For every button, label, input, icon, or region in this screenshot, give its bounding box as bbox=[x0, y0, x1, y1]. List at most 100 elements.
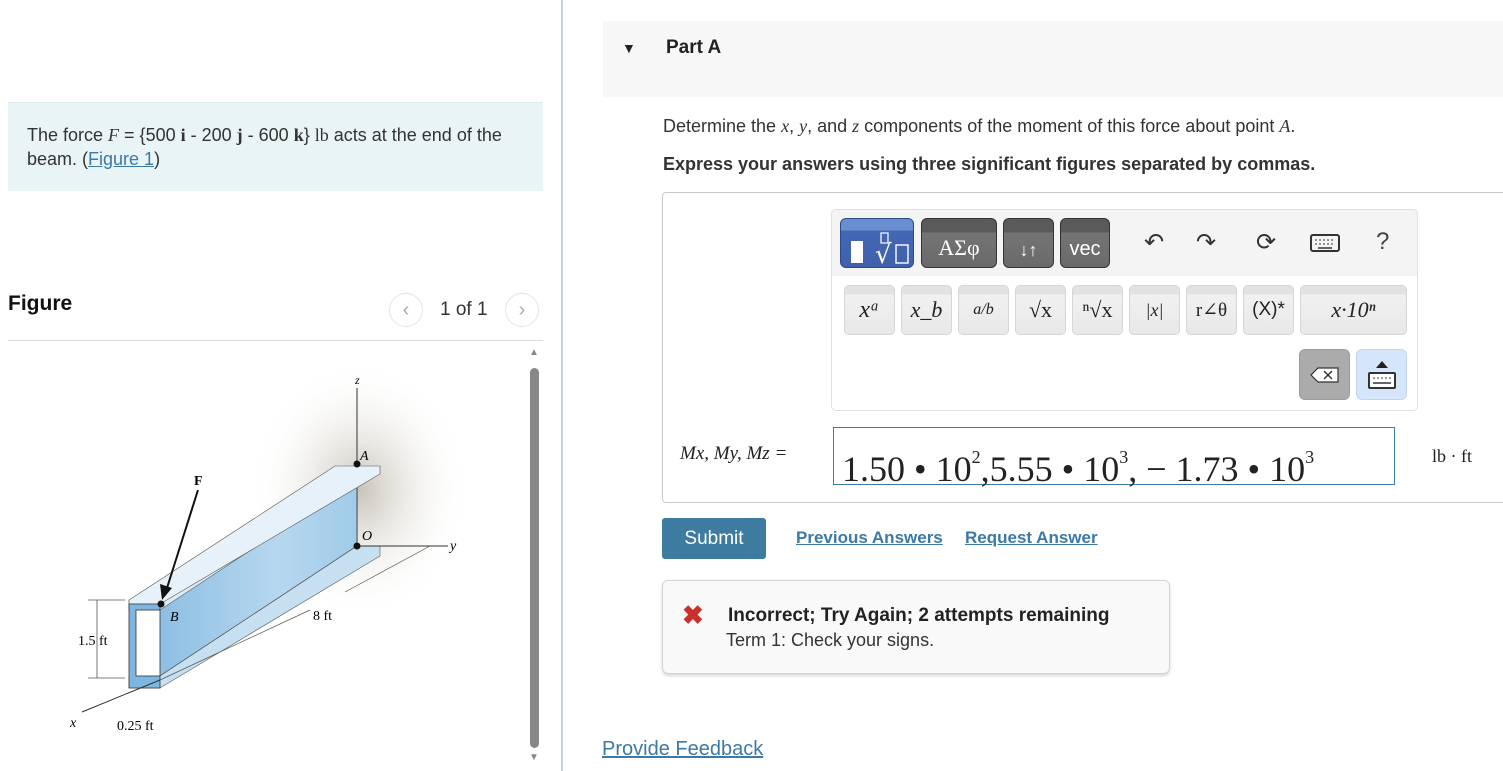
problem-text: = {500 bbox=[119, 125, 181, 145]
key-scientific-notation[interactable]: x·10ⁿ bbox=[1300, 285, 1407, 335]
reset-button[interactable]: ⟳ bbox=[1256, 228, 1276, 257]
pane-divider[interactable] bbox=[561, 0, 563, 771]
vector-button[interactable]: vec bbox=[1060, 218, 1110, 268]
problem-statement: The force F = {500 i - 200 j - 600 k} lb… bbox=[8, 102, 543, 191]
answer-exponent: 2 bbox=[971, 447, 981, 467]
scroll-up-arrow[interactable]: ▲ bbox=[529, 347, 539, 358]
key-fraction[interactable]: a/b bbox=[958, 285, 1009, 335]
request-answer-link[interactable]: Request Answer bbox=[965, 528, 1098, 548]
figure-scrollbar[interactable] bbox=[530, 368, 539, 748]
question-fragment: Determine the bbox=[663, 116, 782, 136]
question-fragment: . bbox=[1290, 116, 1296, 136]
help-icon: ? bbox=[1376, 228, 1390, 255]
keyboard-toggle-button[interactable] bbox=[1356, 349, 1407, 400]
point-O bbox=[353, 542, 361, 550]
divider bbox=[8, 340, 543, 341]
label-O: O bbox=[362, 529, 372, 544]
math-toolbar: √ ΑΣφ ↓↑ vec ↶ ↷ ⟳ ? xᵃ x_b a/b √x ⁿ√x |… bbox=[831, 209, 1418, 411]
label-F: F bbox=[194, 474, 203, 489]
label-A: A bbox=[359, 449, 369, 464]
problem-text: The force bbox=[27, 125, 109, 145]
next-figure-button[interactable]: › bbox=[505, 293, 539, 327]
key-polar[interactable]: r∠θ bbox=[1186, 285, 1237, 335]
x-axis bbox=[81, 679, 161, 713]
answer-exponent: 3 bbox=[1305, 447, 1315, 467]
key-subscript[interactable]: x_b bbox=[901, 285, 952, 335]
templates-button[interactable]: √ bbox=[840, 218, 914, 270]
key-label: x_b bbox=[910, 297, 943, 322]
keyboard-button[interactable] bbox=[1310, 232, 1340, 260]
feedback-box bbox=[662, 580, 1170, 674]
arrows-button[interactable]: ↓↑ bbox=[1003, 218, 1054, 268]
force-symbol: F bbox=[108, 125, 120, 145]
backspace-icon bbox=[1309, 366, 1339, 383]
unit-vector-k: k bbox=[293, 125, 304, 145]
part-header[interactable] bbox=[603, 21, 1503, 97]
key-abs[interactable]: |x| bbox=[1129, 285, 1180, 335]
answer-input[interactable]: 1.50 • 102,5.55 • 103, − 1.73 • 103 bbox=[833, 427, 1395, 489]
label-thickness: 0.25 ft bbox=[117, 719, 154, 734]
label-y: y bbox=[448, 539, 457, 554]
answer-term: 1.50 • 10 bbox=[842, 449, 972, 489]
part-title: Part A bbox=[666, 37, 722, 58]
question-text: Determine the x, y, and z components of … bbox=[663, 116, 1295, 137]
previous-figure-button[interactable]: ‹ bbox=[389, 293, 423, 327]
key-nth-root[interactable]: ⁿ√x bbox=[1072, 285, 1123, 335]
question-fragment: , bbox=[789, 116, 800, 136]
force-unit: lb bbox=[314, 125, 329, 145]
point-B bbox=[157, 600, 165, 608]
math-x: x bbox=[781, 116, 790, 136]
answer-label: Mx, My, Mz = bbox=[680, 443, 787, 465]
key-superscript[interactable]: xᵃ bbox=[844, 285, 895, 335]
arrows-icon: ↓↑ bbox=[1019, 240, 1038, 260]
key-label: (X)* bbox=[1252, 299, 1285, 320]
key-label: √x bbox=[1028, 297, 1053, 322]
incorrect-icon: ✖ bbox=[682, 600, 704, 630]
chevron-left-icon: ‹ bbox=[402, 298, 410, 321]
answer-term: ,5.55 • 10 bbox=[980, 449, 1120, 489]
label-height: 1.5 ft bbox=[78, 634, 108, 649]
submit-button[interactable]: Submit bbox=[662, 518, 766, 559]
backspace-button[interactable] bbox=[1299, 349, 1350, 400]
left-pane: The force F = {500 i - 200 j - 600 k} lb… bbox=[0, 0, 562, 771]
figure-pager-text: 1 of 1 bbox=[440, 299, 488, 320]
beam-figure: z A F O y B 8 ft 1.5 ft x 0.25 ft bbox=[69, 360, 470, 734]
problem-text: - 200 bbox=[185, 125, 237, 145]
answer-term: , − 1.73 • 10 bbox=[1128, 449, 1306, 489]
undo-icon: ↶ bbox=[1144, 229, 1165, 256]
answer-unit: lb · ft bbox=[1432, 446, 1472, 466]
undo-button[interactable]: ↶ bbox=[1144, 228, 1164, 257]
keyboard-toggle-icon bbox=[1367, 360, 1396, 389]
beam-end-face bbox=[128, 603, 161, 689]
label-z: z bbox=[354, 373, 360, 387]
help-button[interactable]: ? bbox=[1376, 228, 1389, 256]
key-label: a/b bbox=[973, 301, 994, 318]
keyboard-icon bbox=[1310, 234, 1340, 252]
scroll-down-arrow[interactable]: ▼ bbox=[529, 752, 539, 763]
question-fragment: components of the moment of this force a… bbox=[859, 116, 1280, 136]
vec-label: vec bbox=[1069, 238, 1101, 260]
provide-feedback-link[interactable]: Provide Feedback bbox=[602, 738, 763, 761]
problem-text: } bbox=[303, 125, 315, 145]
redo-icon: ↷ bbox=[1196, 229, 1217, 256]
figure-link[interactable]: Figure 1 bbox=[88, 149, 154, 169]
problem-text: ) bbox=[154, 149, 161, 169]
redo-button[interactable]: ↷ bbox=[1196, 228, 1216, 257]
problem-text: - 600 bbox=[242, 125, 294, 145]
reset-icon: ⟳ bbox=[1256, 229, 1277, 256]
math-A: A bbox=[1279, 116, 1291, 136]
question-fragment: , and bbox=[807, 116, 853, 136]
greek-label: ΑΣφ bbox=[938, 235, 980, 260]
collapse-caret-icon[interactable]: ▼ bbox=[622, 40, 636, 56]
answer-label-text: Mx, My, Mz = bbox=[680, 443, 788, 464]
instructions: Express your answers using three signifi… bbox=[663, 154, 1316, 174]
previous-answers-link[interactable]: Previous Answers bbox=[796, 528, 943, 548]
label-B: B bbox=[170, 610, 179, 625]
key-label: xᵃ bbox=[859, 296, 880, 323]
key-sqrt[interactable]: √x bbox=[1015, 285, 1066, 335]
greek-symbols-button[interactable]: ΑΣφ bbox=[921, 218, 997, 268]
label-x: x bbox=[69, 716, 77, 731]
key-conjugate[interactable]: (X)* bbox=[1243, 285, 1294, 335]
answer-exponent: 3 bbox=[1119, 447, 1129, 467]
key-label: ⁿ√x bbox=[1082, 297, 1113, 322]
